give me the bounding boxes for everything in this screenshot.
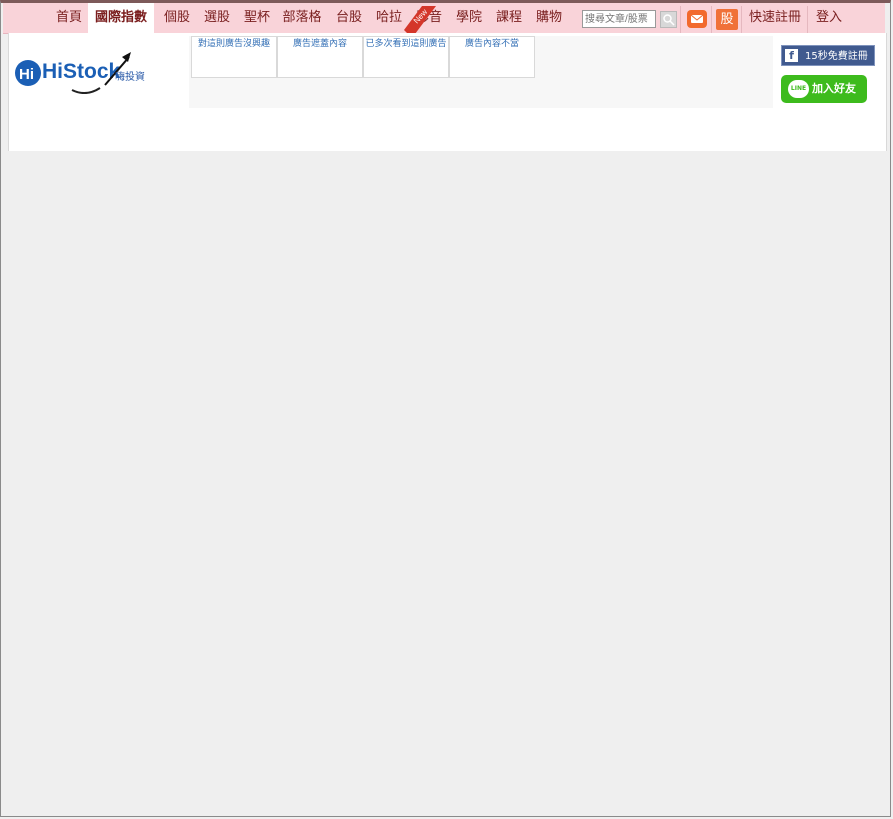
- nav-courses[interactable]: 課程: [489, 3, 529, 33]
- logo-subtext: 嗨投資: [115, 70, 145, 83]
- histock-logo[interactable]: Hi HiStock 嗨投資: [14, 52, 160, 94]
- svg-text:Hi: Hi: [19, 66, 34, 83]
- stock-shortcut-button[interactable]: 股: [716, 9, 738, 30]
- search-icon: [663, 14, 675, 26]
- search-button[interactable]: [660, 11, 677, 28]
- mail-icon: [690, 14, 704, 23]
- nav-chat[interactable]: 哈拉: [369, 3, 409, 33]
- ad-feedback-option[interactable]: 已多次看到這則廣告: [363, 36, 449, 78]
- nav-blog[interactable]: 部落格: [277, 3, 327, 33]
- ad-feedback-panel: 對這則廣告沒興趣 廣告遮蓋內容 已多次看到這則廣告 廣告內容不當: [189, 36, 773, 108]
- facebook-register-button[interactable]: f 15秒免費註冊: [781, 45, 875, 66]
- line-icon: LINE: [788, 80, 809, 98]
- nav-divider: [711, 6, 712, 34]
- nav-stock-screener[interactable]: 選股: [197, 3, 237, 33]
- facebook-register-label: 15秒免費註冊: [805, 51, 868, 62]
- nav-divider: [741, 6, 742, 34]
- nav-home[interactable]: 首頁: [49, 3, 89, 33]
- nav-taiwan-stock[interactable]: 台股: [329, 3, 369, 33]
- facebook-icon: f: [785, 49, 798, 62]
- line-add-friend-button[interactable]: LINE 加入好友: [781, 75, 867, 103]
- ad-feedback-option[interactable]: 廣告遮蓋內容: [277, 36, 363, 78]
- login-link[interactable]: 登入: [809, 3, 849, 33]
- nav-divider: [807, 6, 808, 34]
- nav-stocks[interactable]: 個股: [157, 3, 197, 33]
- nav-holy-grail[interactable]: 聖杯: [237, 3, 277, 33]
- search-input[interactable]: [582, 10, 656, 28]
- top-navigation: 首頁 國際指數 個股 選股 聖杯 部落格 台股 哈拉 影音 學院 課程 購物 N…: [3, 3, 885, 38]
- ad-feedback-option[interactable]: 廣告內容不當: [449, 36, 535, 78]
- register-link[interactable]: 快速註冊: [744, 3, 806, 33]
- nav-divider: [680, 6, 681, 34]
- mail-button[interactable]: [687, 10, 707, 28]
- nav-shop[interactable]: 購物: [529, 3, 569, 33]
- ad-feedback-option[interactable]: 對這則廣告沒興趣: [191, 36, 277, 78]
- line-add-friend-label: 加入好友: [812, 82, 856, 95]
- nav-international-index[interactable]: 國際指數: [88, 3, 154, 33]
- nav-academy[interactable]: 學院: [449, 3, 489, 33]
